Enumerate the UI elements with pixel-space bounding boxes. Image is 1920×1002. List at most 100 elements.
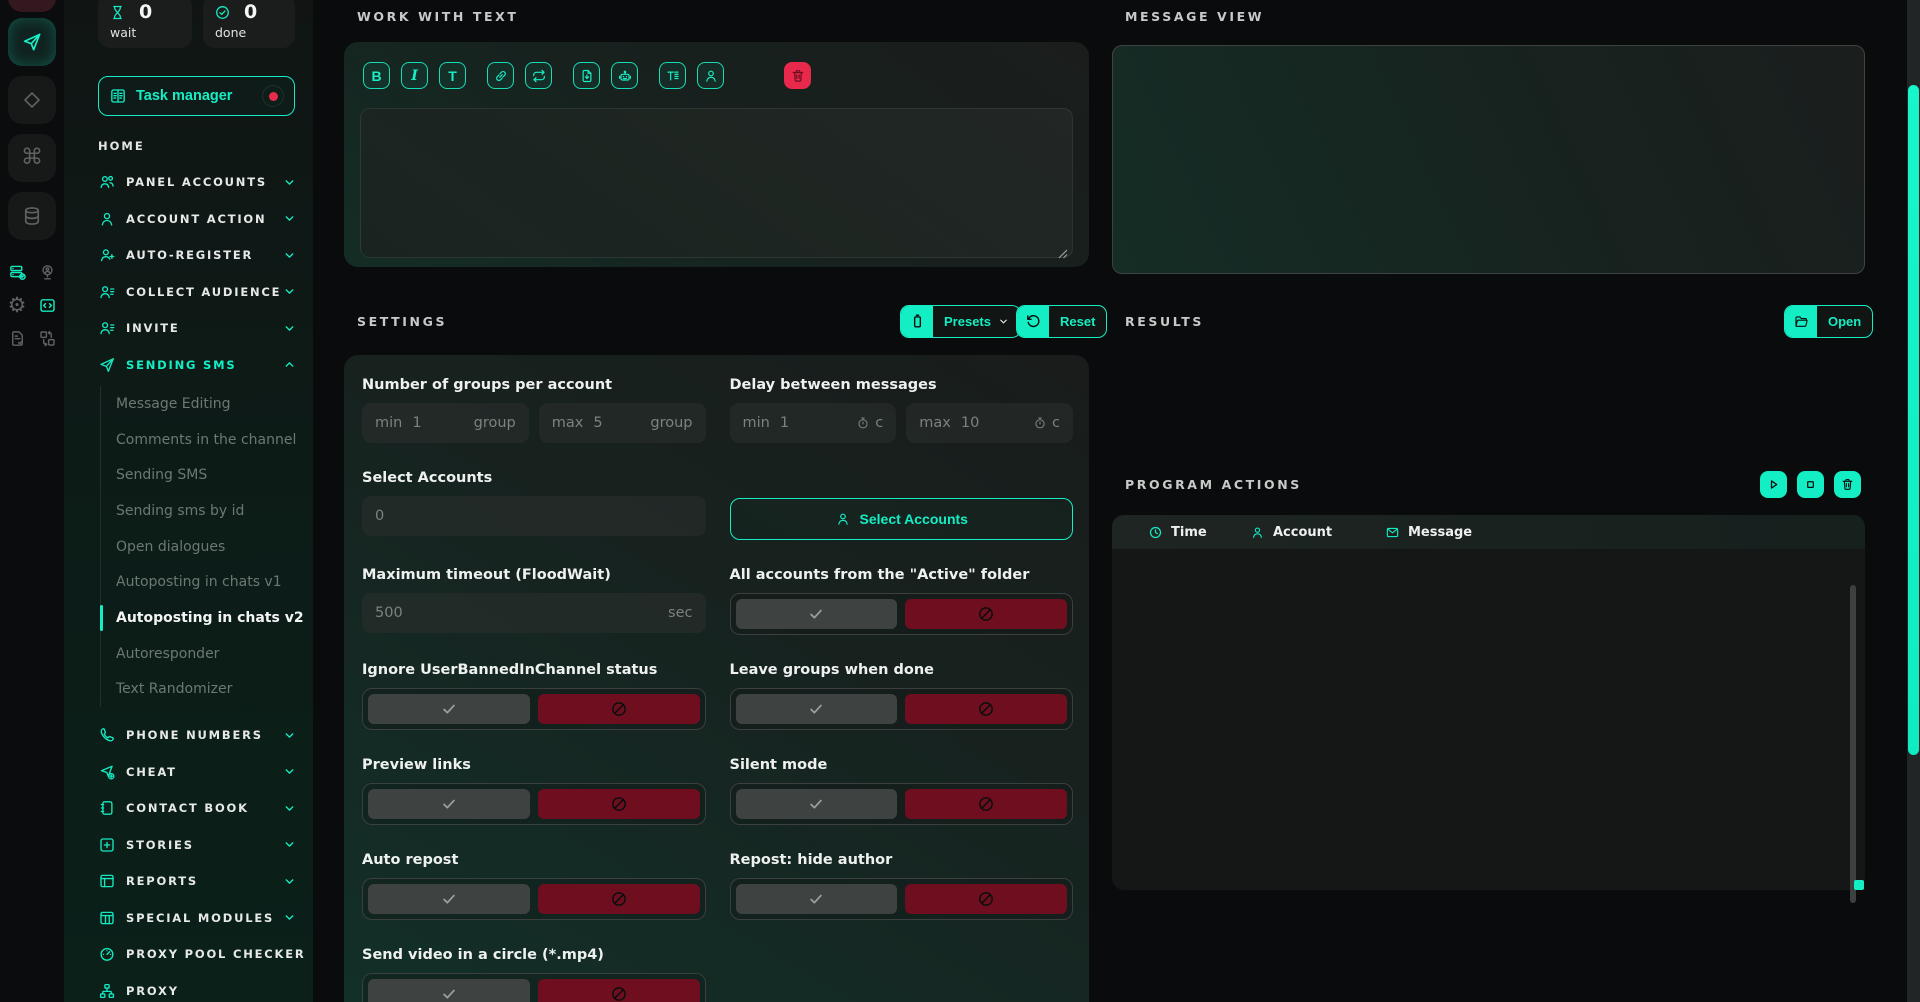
page-scrollbar-thumb[interactable] <box>1908 85 1919 755</box>
italic-button[interactable]: I <box>401 62 428 89</box>
work-with-text-card: B I T <box>344 42 1089 267</box>
sidebar-subitem-autoposting-in-chats-v1[interactable]: Autoposting in chats v1 <box>116 564 313 600</box>
delete-button[interactable] <box>1834 471 1861 498</box>
sidebar-item-sending-sms[interactable]: SENDING SMS <box>98 347 313 384</box>
swap-icon <box>38 329 57 348</box>
toggle-off-segment[interactable] <box>905 599 1067 629</box>
rail-mini-webcam[interactable] <box>37 262 57 282</box>
rail-mini-swap[interactable] <box>37 328 57 348</box>
repeat-button[interactable] <box>525 62 552 89</box>
toggle-on-segment[interactable] <box>736 599 898 629</box>
sidebar-item-collect-audience[interactable]: COLLECT AUDIENCE <box>98 274 313 311</box>
delete-text-button[interactable] <box>784 62 811 89</box>
reset-button[interactable]: Reset <box>1016 305 1107 338</box>
toggle-on-segment[interactable] <box>736 694 898 724</box>
sidebar-item-panel-accounts[interactable]: PANEL ACCOUNTS <box>98 164 313 201</box>
sidebar-item-proxy-pool-checker[interactable]: PROXY POOL CHECKER <box>98 936 313 973</box>
rail-mini-gear[interactable]: ⚙ <box>7 295 27 315</box>
toggle-off-segment[interactable] <box>538 884 700 914</box>
rail-button-send[interactable] <box>8 18 56 66</box>
rail-bottom-buttons: ⚙ <box>8 262 56 348</box>
delay-max-input[interactable]: max10 c <box>906 403 1073 443</box>
presets-button[interactable]: Presets <box>900 305 1021 338</box>
toggle-on-segment[interactable] <box>736 884 898 914</box>
sidebar-item-special-modules[interactable]: SPECIAL MODULES <box>98 900 313 937</box>
bold-button[interactable]: B <box>363 62 390 89</box>
sidebar-subitem-autoresponder[interactable]: Autoresponder <box>116 636 313 672</box>
diamond-icon <box>21 89 43 111</box>
sidebar-item-account-action[interactable]: ACCOUNT ACTION <box>98 201 313 238</box>
rail-mini-server-check[interactable] <box>7 262 27 282</box>
page-scrollbar-track[interactable] <box>1907 0 1920 1002</box>
groups-min-input[interactable]: min1 group <box>362 403 529 443</box>
rail-mini-doc-check[interactable] <box>7 328 27 348</box>
sidebar-item-phone-numbers[interactable]: PHONE NUMBERS <box>98 717 313 754</box>
select-accounts-field: Select Accounts 0 <box>362 470 706 540</box>
sidebar-subitem-comments-in-the-channel[interactable]: Comments in the channel <box>116 422 313 458</box>
timeout-input[interactable]: 500 sec <box>362 593 706 633</box>
sidebar-item-reports[interactable]: REPORTS <box>98 863 313 900</box>
task-manager-button[interactable]: Task manager <box>98 76 295 116</box>
toggle-off-segment[interactable] <box>538 979 700 1002</box>
done-counter-card: 0 done <box>203 0 295 48</box>
sidebar-item-cheat[interactable]: CHEAT <box>98 754 313 791</box>
check-icon <box>807 795 825 813</box>
panel-scrollbar[interactable] <box>1850 585 1856 903</box>
toggle-off-segment[interactable] <box>538 694 700 724</box>
select-accounts-button[interactable]: Select Accounts <box>730 498 1074 540</box>
stop-button[interactable] <box>1797 471 1824 498</box>
robot-button[interactable] <box>611 62 638 89</box>
toggle-on-segment[interactable] <box>368 979 530 1002</box>
toggle-off-segment[interactable] <box>905 884 1067 914</box>
toggle-repost-hide-author <box>730 878 1074 920</box>
toggle-on-segment[interactable] <box>368 789 530 819</box>
sidebar-item-home[interactable]: HOME <box>98 139 145 153</box>
message-textarea[interactable] <box>360 108 1073 258</box>
text-format-button[interactable] <box>659 62 686 89</box>
sidebar-item-proxy[interactable]: PROXY <box>98 973 313 1002</box>
command-icon: ⌘ <box>21 147 43 169</box>
file-down-button[interactable] <box>573 62 600 89</box>
toggle-on-segment[interactable] <box>368 884 530 914</box>
message-view-box <box>1112 45 1865 274</box>
rail-button-command[interactable]: ⌘ <box>8 134 56 182</box>
user-plus-icon <box>98 246 116 264</box>
sidebar-item-auto-register[interactable]: AUTO-REGISTER <box>98 237 313 274</box>
user-button[interactable] <box>697 62 724 89</box>
main-content: WORK WITH TEXT B I T SETTINGS Presets <box>313 0 1920 1002</box>
sidebar-subitem-sending-sms[interactable]: Sending SMS <box>116 457 313 493</box>
chevron-down-icon <box>283 838 296 851</box>
play-button[interactable] <box>1760 471 1787 498</box>
icon-rail: ⌘ ⚙ <box>0 0 64 1002</box>
check-icon <box>807 700 825 718</box>
rail-button-diamond[interactable] <box>8 76 56 124</box>
sidebar-subitem-sending-sms-by-id[interactable]: Sending sms by id <box>116 493 313 529</box>
accounts-count-input[interactable]: 0 <box>362 496 706 536</box>
sidebar-subitem-autoposting-in-chats-v2[interactable]: Autoposting in chats v2 <box>116 600 313 636</box>
textarea-resize-handle[interactable] <box>1058 244 1068 254</box>
open-button[interactable]: Open <box>1784 305 1873 338</box>
title-button[interactable]: T <box>439 62 466 89</box>
chevron-down-icon <box>283 212 296 225</box>
toggle-off-segment[interactable] <box>905 789 1067 819</box>
toggle-send-video-circle <box>362 973 706 1002</box>
sidebar-subitem-text-randomizer[interactable]: Text Randomizer <box>116 672 313 708</box>
link-button[interactable] <box>487 62 514 89</box>
toggle-off-segment[interactable] <box>538 789 700 819</box>
sidebar-subitem-open-dialogues[interactable]: Open dialogues <box>116 529 313 565</box>
sidebar-item-contact-book[interactable]: CONTACT BOOK <box>98 790 313 827</box>
rail-button-hidden[interactable] <box>8 0 56 12</box>
sidebar-item-stories[interactable]: STORIES <box>98 827 313 864</box>
user-icon <box>1250 525 1265 540</box>
sidebar-item-invite[interactable]: INVITE <box>98 310 313 347</box>
groups-max-input[interactable]: max5 group <box>539 403 706 443</box>
toggle-on-segment[interactable] <box>368 694 530 724</box>
toggle-off-segment[interactable] <box>905 694 1067 724</box>
rail-button-database[interactable] <box>8 192 56 240</box>
rail-mini-code-box[interactable] <box>37 295 57 315</box>
block-icon <box>977 890 995 908</box>
panel-resize-handle[interactable] <box>1854 880 1864 890</box>
sidebar-subitem-message-editing[interactable]: Message Editing <box>116 386 313 422</box>
delay-min-input[interactable]: min1 c <box>730 403 897 443</box>
toggle-on-segment[interactable] <box>736 789 898 819</box>
